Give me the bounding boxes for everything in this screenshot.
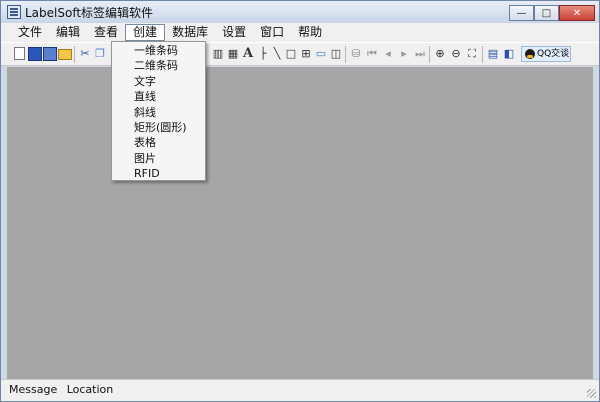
status-message: Message bbox=[9, 383, 58, 396]
maximize-button[interactable]: □ bbox=[534, 5, 559, 21]
first-record-icon[interactable]: ⏮ bbox=[365, 47, 379, 61]
minimize-button[interactable]: — bbox=[509, 5, 534, 21]
app-icon bbox=[7, 5, 21, 19]
app-window: LabelSoft标签编辑软件 — □ ✕ 文件 编辑 查看 创建 数据库 设置… bbox=[0, 0, 600, 402]
workspace-canvas[interactable] bbox=[7, 67, 593, 379]
table-icon[interactable]: ⊞ bbox=[299, 47, 313, 61]
qq-icon bbox=[525, 49, 535, 59]
rfid-icon[interactable]: ◫ bbox=[329, 47, 343, 61]
create-menu-item-barcode[interactable]: 一维条码 bbox=[112, 43, 205, 58]
menu-bar: 文件 编辑 查看 创建 数据库 设置 窗口 帮助 bbox=[1, 23, 599, 42]
title-bar[interactable]: LabelSoft标签编辑软件 — □ ✕ bbox=[1, 1, 599, 23]
new-icon[interactable] bbox=[14, 47, 25, 60]
status-text: Message Location bbox=[9, 383, 119, 396]
toolbar-separator bbox=[429, 46, 430, 63]
zoom-out-icon[interactable]: ⊖ bbox=[449, 47, 463, 61]
status-location: Location bbox=[66, 383, 114, 396]
window-title: LabelSoft标签编辑软件 bbox=[25, 6, 154, 20]
save-icon[interactable] bbox=[28, 47, 42, 61]
qq-chat-label: QQ交谈 bbox=[537, 49, 570, 59]
menu-database[interactable]: 数据库 bbox=[165, 24, 215, 41]
create-menu-item-diagonal[interactable]: 斜线 bbox=[112, 105, 205, 120]
diagonal-icon[interactable]: ╲ bbox=[270, 47, 284, 61]
layout-vertical-icon[interactable]: ◧ bbox=[502, 47, 516, 61]
status-bar: Message Location bbox=[1, 379, 599, 401]
menu-edit[interactable]: 编辑 bbox=[49, 24, 87, 41]
toolbar: ✂ ❐ ▥ ▦ A ├ ╲ □ ⊞ ▭ ◫ ⛁ ⏮ ◂ ▸ ⏭ ⊕ ⊖ ⛶ ▤ … bbox=[1, 42, 599, 66]
window-controls: — □ ✕ bbox=[509, 5, 595, 21]
create-menu-item-table[interactable]: 表格 bbox=[112, 135, 205, 150]
database-icon[interactable]: ⛁ bbox=[349, 47, 363, 61]
toolbar-separator bbox=[482, 46, 483, 63]
menu-view[interactable]: 查看 bbox=[87, 24, 125, 41]
image-icon[interactable]: ▭ bbox=[314, 47, 328, 61]
toolbar-separator bbox=[345, 46, 346, 63]
create-menu-item-rectangle[interactable]: 矩形(圆形) bbox=[112, 120, 205, 135]
menu-create[interactable]: 创建 bbox=[125, 24, 166, 41]
menu-window[interactable]: 窗口 bbox=[253, 24, 291, 41]
fit-icon[interactable]: ⛶ bbox=[465, 47, 479, 61]
open-folder-icon[interactable] bbox=[58, 49, 72, 60]
last-record-icon[interactable]: ⏭ bbox=[413, 47, 427, 61]
close-button[interactable]: ✕ bbox=[559, 5, 595, 21]
zoom-in-icon[interactable]: ⊕ bbox=[433, 47, 447, 61]
cut-icon[interactable]: ✂ bbox=[78, 47, 92, 61]
rectangle-icon[interactable]: □ bbox=[284, 47, 298, 61]
toolbar-separator bbox=[74, 46, 75, 63]
menu-help[interactable]: 帮助 bbox=[291, 24, 329, 41]
save-as-icon[interactable] bbox=[43, 47, 57, 61]
menu-file[interactable]: 文件 bbox=[11, 24, 49, 41]
barcode-icon[interactable]: ▥ bbox=[211, 47, 225, 61]
resize-grip[interactable] bbox=[587, 389, 596, 398]
qq-chat-button[interactable]: QQ交谈 bbox=[521, 46, 571, 62]
line-icon[interactable]: ├ bbox=[256, 47, 270, 61]
next-record-icon[interactable]: ▸ bbox=[397, 47, 411, 61]
create-menu-item-line[interactable]: 直线 bbox=[112, 89, 205, 104]
layout-horizontal-icon[interactable]: ▤ bbox=[486, 47, 500, 61]
create-menu-item-qrcode[interactable]: 二维条码 bbox=[112, 58, 205, 73]
copy-icon[interactable]: ❐ bbox=[93, 47, 107, 61]
create-menu-item-image[interactable]: 图片 bbox=[112, 151, 205, 166]
menu-settings[interactable]: 设置 bbox=[215, 24, 253, 41]
create-menu-item-rfid[interactable]: RFID bbox=[112, 166, 205, 181]
prev-record-icon[interactable]: ◂ bbox=[381, 47, 395, 61]
create-menu-item-text[interactable]: 文字 bbox=[112, 74, 205, 89]
text-icon[interactable]: A bbox=[241, 47, 255, 61]
qrcode-icon[interactable]: ▦ bbox=[226, 47, 240, 61]
create-menu-dropdown: 一维条码 二维条码 文字 直线 斜线 矩形(圆形) 表格 图片 RFID bbox=[111, 41, 206, 181]
